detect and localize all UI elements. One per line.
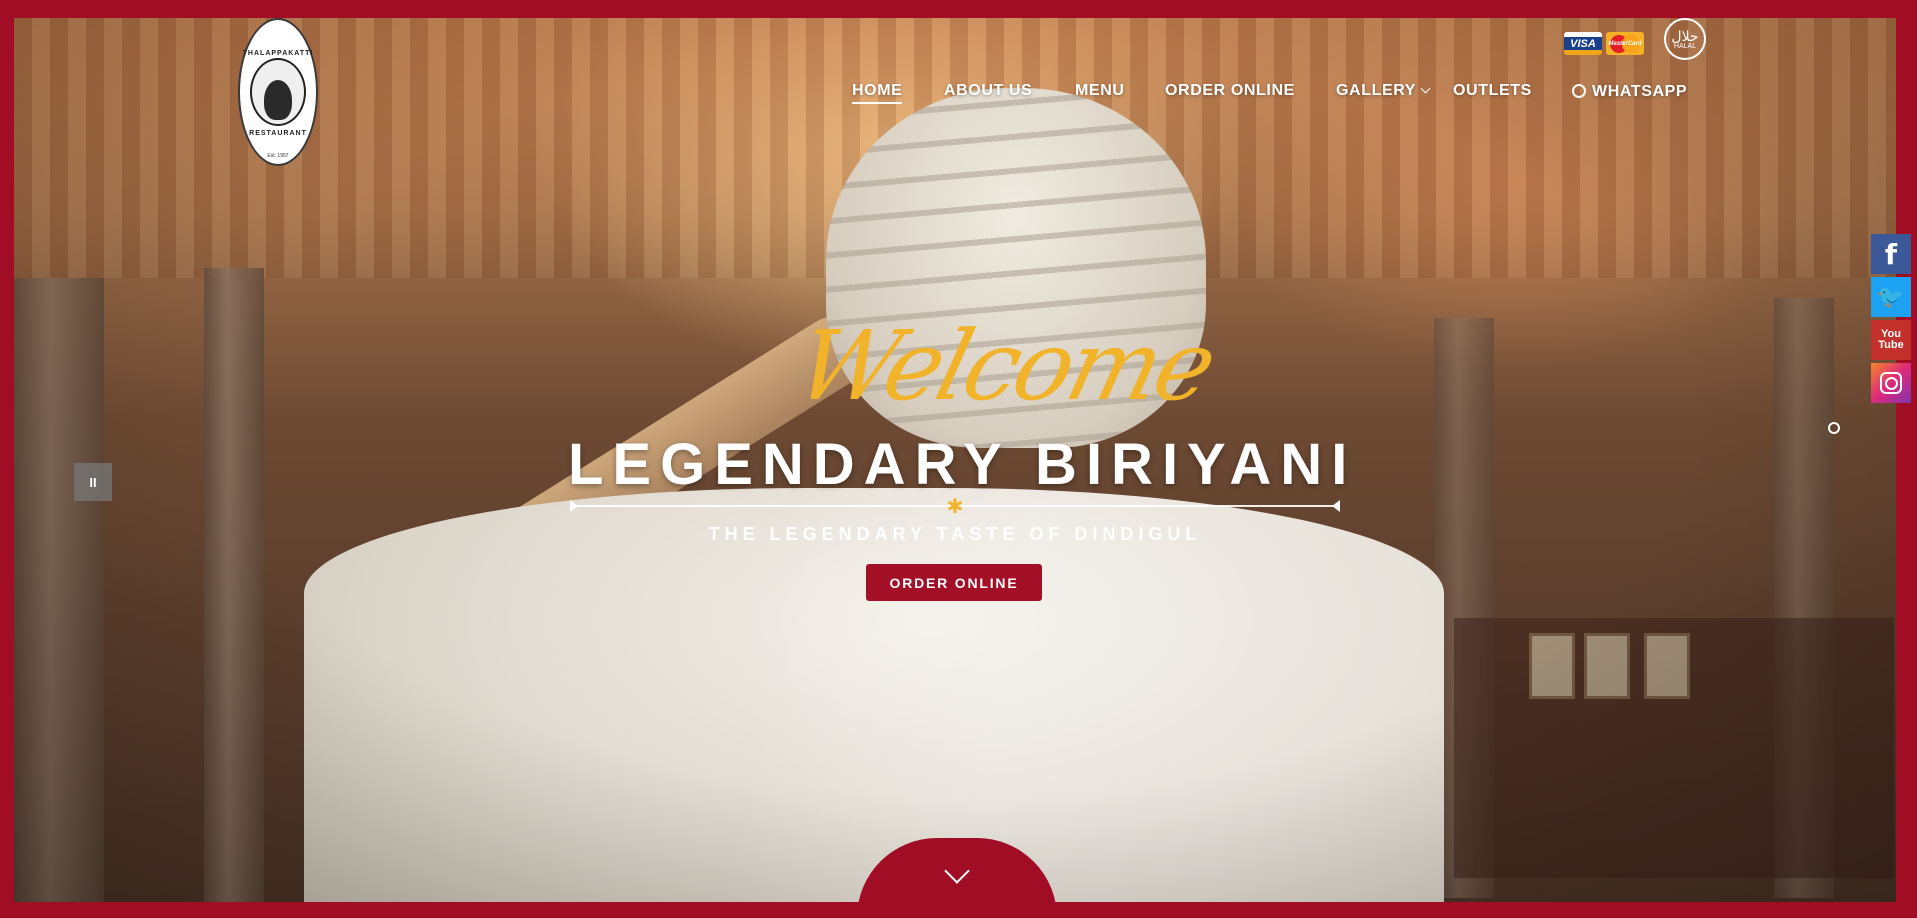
facebook-glyph: f <box>1884 237 1898 271</box>
nav-gallery-label: GALLERY <box>1336 82 1417 99</box>
star-ornament: ✱ <box>946 496 964 518</box>
visa-label: VISA <box>1570 37 1596 50</box>
pause-button[interactable]: II <box>74 463 112 501</box>
visa-icon: VISA <box>1564 32 1602 55</box>
restaurant-logo[interactable]: THALAPPAKATTI RESTAURANT Est. 1957 <box>238 18 318 166</box>
chevron-down-icon <box>1420 83 1431 94</box>
halal-label: HALAL <box>1673 42 1697 50</box>
nav-about-us[interactable]: ABOUT US <box>944 82 1032 100</box>
instagram-icon[interactable] <box>1871 363 1911 403</box>
hero-headline: LEGENDARY BIRIYANI <box>568 432 1357 497</box>
youtube-icon[interactable]: You Tube <box>1871 320 1911 360</box>
halal-icon: حلال HALAL <box>1664 18 1706 60</box>
nav-outlets[interactable]: OUTLETS <box>1453 82 1532 100</box>
nav-home[interactable]: HOME <box>852 82 903 104</box>
logo-face <box>264 80 292 120</box>
nav-order-online[interactable]: ORDER ONLINE <box>1165 82 1295 100</box>
logo-bottom-text: RESTAURANT <box>249 130 307 137</box>
twitter-icon[interactable]: 🐦 <box>1871 277 1911 317</box>
nav-menu[interactable]: MENU <box>1075 82 1125 100</box>
whatsapp-icon <box>1572 84 1586 98</box>
halal-arabic: حلال <box>1671 27 1699 44</box>
twitter-glyph: 🐦 <box>1877 284 1905 309</box>
facebook-icon[interactable]: f <box>1871 234 1911 274</box>
order-online-button[interactable]: ORDER ONLINE <box>866 564 1042 601</box>
divider-arrow-right <box>1332 500 1340 512</box>
mastercard-icon: MasterCard <box>1606 32 1644 55</box>
instagram-camera <box>1880 372 1902 394</box>
nav-whatsapp-label: WHATSAPP <box>1592 83 1688 100</box>
chevron-down-icon <box>944 858 970 884</box>
logo-top-text: THALAPPAKATTI <box>242 50 314 57</box>
logo-est-text: Est. 1957 <box>267 153 289 159</box>
slider-dot[interactable] <box>1828 422 1840 434</box>
instagram-lens <box>1884 376 1898 390</box>
divider-arrow-left <box>570 500 578 512</box>
nav-gallery[interactable]: GALLERY <box>1336 82 1431 100</box>
hero-tagline: THE LEGENDARY TASTE OF DINDIGUL <box>708 524 1202 544</box>
nav-whatsapp[interactable]: WHATSAPP <box>1572 82 1687 101</box>
welcome-script: Welcome <box>786 310 1224 422</box>
logo-portrait <box>250 58 306 126</box>
pause-icon: II <box>89 474 97 490</box>
mastercard-label: MasterCard <box>1608 40 1642 47</box>
youtube-glyph-bottom: Tube <box>1878 339 1904 351</box>
